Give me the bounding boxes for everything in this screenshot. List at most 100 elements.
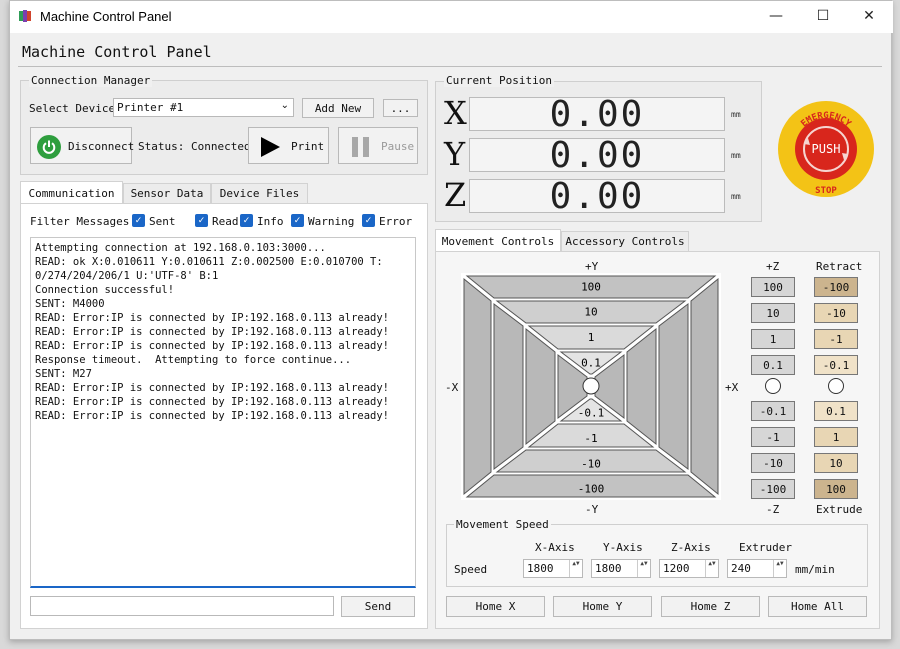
estop-bottom-text: STOP [815,186,837,196]
plus-z-label: +Z [766,260,780,273]
log-line: SENT: M27 [35,368,92,380]
z-jog-button[interactable]: -0.1 [751,401,795,421]
jog-minus-y-label: -10 [581,458,601,471]
speed-value: 1800 [527,562,554,575]
home-button-3[interactable]: Home All [768,596,867,617]
jog-plus-y-label: 0.1 [581,357,601,370]
more-button[interactable]: ... [383,99,418,117]
filter-messages-label: Filter Messages: [30,215,136,228]
extruder-jog-button[interactable]: 0.1 [814,401,858,421]
filter-sent-checkbox[interactable]: ✓ [132,214,145,227]
retract-label: Retract [816,260,863,273]
filter-error-checkbox[interactable]: ✓ [362,214,375,227]
add-new-button[interactable]: Add New [302,98,374,118]
speed-input-0[interactable]: 1800 ▲▼ [523,559,583,578]
filter-read-checkbox[interactable]: ✓ [195,214,208,227]
device-select[interactable]: Printer #1 ⌄ [113,98,294,117]
disconnect-button[interactable]: Disconnect [30,127,135,164]
extruder-jog-button[interactable]: -100 [814,277,858,297]
jog-minus-y-label: -100 [578,483,605,496]
axis-z-unit: mm [731,192,741,201]
z-jog-button[interactable]: 100 [751,277,795,297]
axis-x-unit: mm [731,110,741,119]
spin-arrows-icon[interactable]: ▲▼ [773,560,786,577]
speed-header-1: Y-Axis [603,541,643,554]
extruder-home-button[interactable] [828,378,844,394]
maximize-button[interactable]: ☐ [800,1,846,31]
tab-device-files[interactable]: Device Files [211,183,308,203]
axis-y-label: Y [444,135,466,173]
axis-z-readout: 0.00 [469,176,725,217]
extruder-jog-button[interactable]: 100 [814,479,858,499]
minus-z-label: -Z [766,503,780,516]
disconnect-label: Disconnect [68,140,135,153]
home-button-0[interactable]: Home X [446,596,545,617]
filter-info-checkbox[interactable]: ✓ [240,214,253,227]
pause-icon [352,137,369,157]
jog-minus-x-1[interactable] [493,302,524,471]
extruder-jog-button[interactable]: -10 [814,303,858,323]
plus-y-label: +Y [585,260,599,273]
spin-arrows-icon[interactable]: ▲▼ [705,560,718,577]
axis-z-label: Z [444,176,467,214]
tab-movement-controls[interactable]: Movement Controls [435,229,561,252]
tab-sensor-data[interactable]: Sensor Data [123,183,211,203]
movement-speed-group [446,524,868,587]
spin-arrows-icon[interactable]: ▲▼ [569,560,582,577]
log-line: READ: Error:IP is connected by IP:192.16… [35,382,390,394]
filter-warning-checkbox[interactable]: ✓ [291,214,304,227]
axis-x-label: X [444,94,467,132]
log-line: 0/274/204/206/1 U:'UTF-8' B:1 [35,270,219,282]
jog-plus-x-0[interactable] [690,277,719,496]
z-jog-button[interactable]: -100 [751,479,795,499]
app-title: Machine Control Panel [22,43,212,61]
minimize-button[interactable]: — [753,1,799,31]
speed-value: 1800 [595,562,622,575]
send-button[interactable]: Send [341,596,415,617]
print-label: Print [291,140,325,153]
jog-minus-y-label: -0.1 [578,407,605,420]
extruder-jog-button[interactable]: -0.1 [814,355,858,375]
z-jog-button[interactable]: -10 [751,453,795,473]
tab-accessory-controls[interactable]: Accessory Controls [561,231,689,251]
jog-plus-y-label: 100 [581,281,601,294]
main-window: Machine Control Panel — ☐ ✕ Machine Cont… [9,0,893,640]
speed-header-2: Z-Axis [671,541,711,554]
extruder-jog-button[interactable]: 1 [814,427,858,447]
z-home-button[interactable] [765,378,781,394]
log-line: READ: Error:IP is connected by IP:192.16… [35,396,390,408]
z-jog-button[interactable]: 10 [751,303,795,323]
connection-manager-label: Connection Manager [29,74,153,87]
speed-value: 1200 [663,562,690,575]
speed-input-1[interactable]: 1800 ▲▼ [591,559,651,578]
estop-center-text: PUSH [812,142,841,156]
message-log[interactable]: Attempting connection at 192.168.0.103:3… [30,237,416,588]
log-line: READ: ok X:0.010611 Y:0.010611 Z:0.00250… [35,256,383,268]
connection-status: Status: Connected [138,140,251,153]
log-line: Attempting connection at 192.168.0.103:3… [35,242,326,254]
jog-plus-x-1[interactable] [658,302,689,471]
log-line: READ: Error:IP is connected by IP:192.16… [35,410,390,422]
pause-button[interactable]: Pause [338,127,418,164]
z-jog-button[interactable]: 0.1 [751,355,795,375]
home-xy-button[interactable] [582,377,600,395]
xy-jog-pad[interactable]: 100 -100 10 -10 1 -1 0.1 -0.1 [461,273,721,500]
speed-input-3[interactable]: 240 ▲▼ [727,559,787,578]
z-jog-button[interactable]: 1 [751,329,795,349]
log-line: READ: Error:IP is connected by IP:192.16… [35,340,390,352]
extruder-jog-button[interactable]: -1 [814,329,858,349]
extruder-jog-button[interactable]: 10 [814,453,858,473]
command-input[interactable] [30,596,334,616]
speed-input-2[interactable]: 1200 ▲▼ [659,559,719,578]
jog-minus-x-0[interactable] [463,277,492,496]
tab-communication[interactable]: Communication [20,181,123,204]
speed-row-label: Speed [454,563,488,576]
spin-arrows-icon[interactable]: ▲▼ [637,560,650,577]
z-jog-button[interactable]: -1 [751,427,795,447]
title-bar: Machine Control Panel — ☐ ✕ [10,1,893,33]
home-button-2[interactable]: Home Z [661,596,760,617]
home-button-1[interactable]: Home Y [553,596,652,617]
print-button[interactable]: Print [248,127,329,164]
emergency-stop-button[interactable]: EMERGENCY PUSH STOP [777,100,875,198]
close-button[interactable]: ✕ [846,1,892,31]
